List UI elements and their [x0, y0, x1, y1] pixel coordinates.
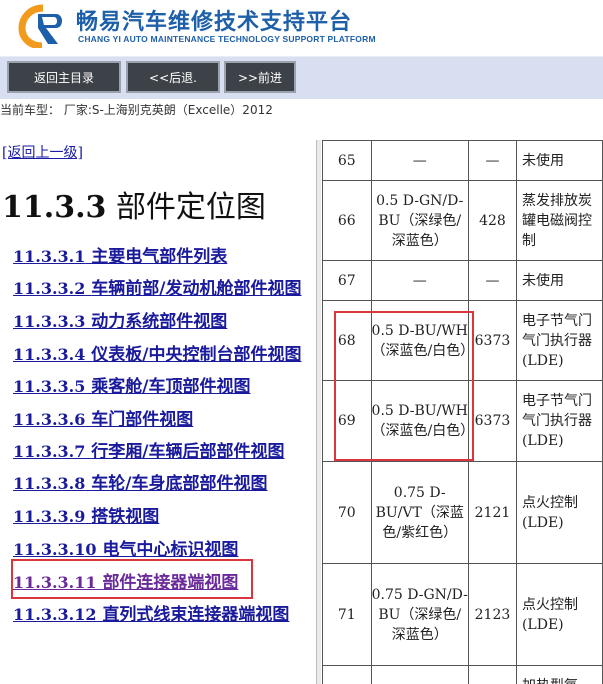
function-cell: 未使用: [515, 260, 603, 301]
function-cell: 电子节气门气门执行器(LDE): [515, 300, 603, 381]
wire-cell: 0.5 D-GN/D-BU（深绿色/深蓝色）: [370, 180, 469, 261]
nav-link[interactable]: 11.3.3.4 仪表板/中央控制台部件视图: [13, 340, 302, 365]
function-cell: 电子节气门气门执行器(LDE): [515, 380, 603, 462]
pin-cell: 66: [322, 180, 372, 261]
function-cell: 点火控制(LDE): [515, 563, 603, 666]
logo-icon: [18, 4, 62, 48]
nav-link[interactable]: 11.3.3.6 车门部件视图: [13, 405, 193, 430]
circuit-cell: [467, 665, 517, 684]
function-cell: 蒸发排放炭罐电磁阀控制: [515, 180, 603, 261]
table-row: 65 — — 未使用: [322, 140, 603, 181]
selection-highlight: [11, 559, 253, 599]
nav-link[interactable]: 11.3.3.3 动力系统部件视图: [13, 307, 227, 332]
circuit-cell: 428: [467, 180, 517, 261]
brand-subtitle: CHANG YI AUTO MAINTENANCE TECHNOLOGY SUP…: [78, 34, 376, 44]
table-row: 67 — — 未使用: [322, 260, 603, 301]
table-row: 70 0.75 D-BU/VT（深蓝色/紫红色） 2121 点火控制(LDE): [322, 461, 603, 564]
home-button[interactable]: 返回主目录: [7, 61, 121, 93]
section-title: 部件定位图: [115, 190, 266, 225]
pin-cell: 70: [322, 461, 372, 564]
wire-cell: —: [370, 140, 469, 181]
section-number: 11.3.3: [2, 190, 107, 225]
back-up-link[interactable]: [返回上一级]: [2, 142, 83, 162]
nav-link[interactable]: 11.3.3.12 直列式线束连接器端视图: [13, 600, 289, 625]
nav-link[interactable]: 11.3.3.9 搭铁视图: [13, 502, 159, 527]
circuit-cell: 6373: [467, 300, 517, 381]
table-row: 71 0.75 D-GN/D-BU（深绿色/深蓝色） 2123 点火控制(LDE…: [322, 563, 603, 666]
header: 畅易汽车维修技术支持平台 CHANG YI AUTO MAINTENANCE T…: [0, 0, 603, 56]
wire-cell: [370, 665, 469, 684]
row-highlight: [334, 311, 474, 461]
nav-link[interactable]: 11.3.3.8 车轮/车身底部部件视图: [13, 469, 268, 494]
wire-cell: 0.75 D-BU/VT（深蓝色/紫红色）: [370, 461, 469, 564]
circuit-cell: 6373: [467, 380, 517, 462]
pin-cell: 71: [322, 563, 372, 666]
brand-title: 畅易汽车维修技术支持平台: [76, 10, 353, 35]
nav-link[interactable]: 11.3.3.7 行李厢/车辆后部部件视图: [13, 437, 285, 462]
function-cell: 点火控制(LDE): [515, 461, 603, 564]
circuit-cell: 2123: [467, 563, 517, 666]
wire-cell: —: [370, 260, 469, 301]
page-title: 11.3.3 部件定位图: [2, 182, 266, 226]
left-pane: [返回上一级] 11.3.3 部件定位图 11.3.3.1 主要电气部件列表 1…: [0, 140, 318, 684]
forward-button[interactable]: >>前进: [224, 61, 296, 93]
pin-cell: [322, 665, 372, 684]
nav-link[interactable]: 11.3.3.1 主要电气部件列表: [13, 242, 227, 267]
current-vehicle: 当前车型： 厂家:S-上海别克英朗（Excelle）2012: [0, 103, 273, 117]
table-row: 加热型氧: [322, 665, 603, 684]
toolbar: 返回主目录 <<后退. >>前进: [0, 56, 603, 99]
pin-cell: 65: [322, 140, 372, 181]
nav-link[interactable]: 11.3.3.2 车辆前部/发动机舱部件视图: [13, 274, 302, 299]
function-cell: 加热型氧: [515, 665, 603, 684]
pin-cell: 67: [322, 260, 372, 301]
function-cell: 未使用: [515, 140, 603, 181]
circuit-cell: —: [467, 260, 517, 301]
nav-link[interactable]: 11.3.3.10 电气中心标识视图: [13, 535, 238, 560]
pane-divider[interactable]: [316, 140, 321, 684]
back-button[interactable]: <<后退.: [126, 61, 220, 93]
circuit-cell: 2121: [467, 461, 517, 564]
circuit-cell: —: [467, 140, 517, 181]
nav-link[interactable]: 11.3.3.5 乘客舱/车顶部件视图: [13, 372, 251, 397]
table-row: 66 0.5 D-GN/D-BU（深绿色/深蓝色） 428 蒸发排放炭罐电磁阀控…: [322, 180, 603, 261]
wire-cell: 0.75 D-GN/D-BU（深绿色/深蓝色）: [370, 563, 469, 666]
